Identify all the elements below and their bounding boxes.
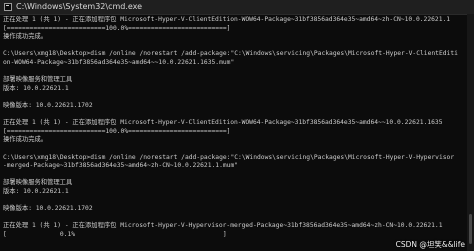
console-app-icon [4,3,12,11]
console-line: 版本: 10.0.22621.1 [3,84,69,92]
console-line: 操作成功完成。 [3,33,48,41]
console-line: 部署映像服务和管理工具 [3,76,73,84]
console-line: 部署映像服务和管理工具 [3,179,73,187]
console-line: 版本: 10.0.22621.1 [3,187,69,195]
console-line: [==========================100.0%=======… [3,127,231,135]
watermark: CSDN @坦笑&&life [395,240,465,249]
cmd-window: C:\Windows\System32\cmd.exe 正在处理 1 (共 1)… [0,0,474,251]
console-line: 操作成功完成。 [3,136,48,144]
console-line: 映像版本: 10.0.22621.1702 [3,101,93,109]
console-line: C:\Users\xmg18\Desktop>dism /online /nor… [3,153,455,161]
console-line: 映像版本: 10.0.22621.1702 [3,205,93,213]
console-line: 正在处理 1 (共 1) - 正在添加程序包 Microsoft-Hyper-V… [3,222,443,230]
console-line: 正在处理 1 (共 1) - 正在添加程序包 Microsoft-Hyper-V… [3,119,443,127]
console-line: [ 0.1% ] [3,230,227,238]
console-output[interactable]: 正在处理 1 (共 1) - 正在添加程序包 Microsoft-Hyper-V… [3,16,465,251]
window-title: C:\Windows\System32\cmd.exe [16,2,143,11]
title-bar[interactable]: C:\Windows\System32\cmd.exe [0,0,474,15]
console-line: 正在处理 1 (共 1) - 正在添加程序包 Microsoft-Hyper-V… [3,16,451,23]
console-line: -merged-Package~31bf3856ad364e35~amd64~z… [3,162,239,170]
console-line: C:\Users\xmg18\Desktop>dism /online /nor… [3,50,458,58]
console-line: on-WOW64-Package~31bf3856ad364e35~amd64~… [3,58,235,66]
scrollbar-thumb[interactable] [469,214,472,244]
console-line: [==========================100.0%=======… [3,24,231,32]
vertical-scrollbar[interactable] [467,14,474,251]
